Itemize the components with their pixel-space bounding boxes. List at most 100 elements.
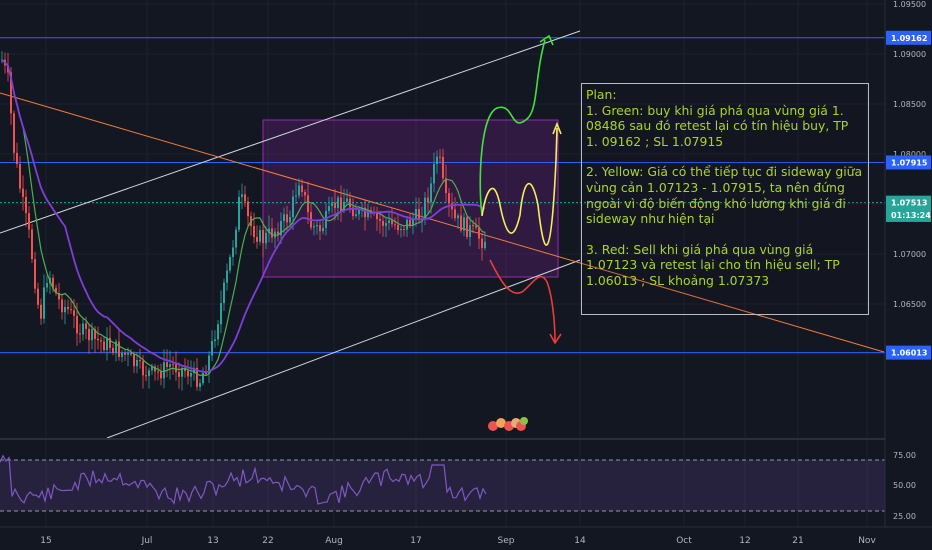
candle-body <box>145 375 147 377</box>
channel-lower-line[interactable] <box>106 259 581 439</box>
candle-body <box>214 339 216 342</box>
plan-annotation[interactable]: Plan: 1. Green: buy khi giá phá qua vùng… <box>581 83 869 315</box>
candle-body <box>385 223 387 226</box>
candle-body <box>106 337 108 351</box>
candle-body <box>130 353 132 355</box>
candle-body <box>88 328 90 341</box>
candle-body <box>220 303 222 325</box>
candle-body <box>79 333 81 335</box>
candle-body <box>469 225 471 237</box>
candle-body <box>199 383 201 387</box>
time-tick-label: Nov <box>858 536 876 546</box>
candle-body <box>418 208 420 220</box>
candle-body <box>229 256 231 271</box>
candle-body <box>166 362 168 367</box>
time-tick-label: Jul <box>141 536 153 546</box>
candle-body <box>265 232 267 244</box>
candle-body <box>121 352 123 357</box>
candle-body <box>307 195 309 213</box>
candle-body <box>82 323 84 335</box>
time-tick-label: 13 <box>207 536 218 546</box>
rsi-tick-label: 75.00 <box>893 451 916 460</box>
candle-body <box>148 370 150 376</box>
candle-body <box>304 191 306 196</box>
price-tag-label: 1.09162 <box>891 34 927 43</box>
candle-body <box>262 230 264 244</box>
candle-body <box>40 304 42 319</box>
candle-body <box>211 341 213 356</box>
candle-body <box>232 247 234 257</box>
candle-body <box>187 370 189 377</box>
rsi-band <box>0 460 885 511</box>
candle-body <box>433 164 435 184</box>
candle-body <box>472 225 474 227</box>
candle-body <box>424 197 426 219</box>
candle-body <box>346 198 348 202</box>
event-icons[interactable] <box>488 417 528 431</box>
plan-title: Plan: <box>586 87 617 102</box>
candle-body <box>124 352 126 355</box>
candle-body <box>400 229 402 231</box>
chart-root: 1.095001.090001.085001.080001.075001.070… <box>0 0 932 550</box>
candle-body <box>334 202 336 209</box>
candle-body <box>238 196 240 230</box>
candle-body <box>91 329 93 341</box>
candle-body <box>46 283 48 288</box>
candle-body <box>349 198 351 208</box>
candle-body <box>448 193 450 204</box>
candle-body <box>313 226 315 228</box>
time-tick-label: 15 <box>40 536 51 546</box>
candle-body <box>298 185 300 196</box>
candle-body <box>103 341 105 351</box>
candle-body <box>241 194 243 197</box>
candle-body <box>19 163 21 189</box>
candle-body <box>454 209 456 219</box>
candle-body <box>391 220 393 225</box>
candle-body <box>160 371 162 379</box>
candle-body <box>28 213 30 230</box>
candle-body <box>169 364 171 367</box>
candle-body <box>127 353 129 355</box>
candle-body <box>481 238 483 249</box>
candle-body <box>76 315 78 334</box>
candle-body <box>415 208 417 220</box>
candle-body <box>427 197 429 203</box>
candle-body <box>112 347 114 353</box>
candle-body <box>253 226 255 237</box>
candle-body <box>163 362 165 379</box>
time-tick-label: 14 <box>574 536 586 546</box>
candle-body <box>223 282 225 304</box>
candle-body <box>478 227 480 239</box>
candle-body <box>403 229 405 231</box>
candle-body <box>289 216 291 223</box>
plan-green: 1. Green: buy khi giá phá qua vùng giá 1… <box>586 102 853 149</box>
candle-body <box>37 288 39 305</box>
candle-body <box>460 215 462 231</box>
candle-body <box>73 310 75 316</box>
candle-body <box>295 195 297 197</box>
candle-body <box>484 241 486 249</box>
candle-body <box>178 372 180 377</box>
candle-body <box>61 299 63 313</box>
candle-body <box>172 364 174 366</box>
candle-body <box>16 152 18 164</box>
candle-body <box>109 337 111 348</box>
candle-body <box>226 270 228 283</box>
candle-body <box>259 230 261 242</box>
candle-body <box>85 323 87 329</box>
price-tick-label: 1.09500 <box>893 0 926 9</box>
price-tag-label: 1.07513 <box>891 199 927 208</box>
candle-body <box>142 361 144 376</box>
time-tick-label: 21 <box>792 536 803 546</box>
candle-body <box>457 215 459 219</box>
price-tag-label: 1.06013 <box>891 349 927 358</box>
candle-body <box>439 156 441 158</box>
price-tick-label: 1.07000 <box>893 250 926 259</box>
candle-body <box>247 201 249 217</box>
time-tick-label: Aug <box>325 536 343 546</box>
candle-body <box>256 236 258 242</box>
time-tick-label: 12 <box>739 536 750 546</box>
candle-body <box>292 196 294 217</box>
price-axis[interactable] <box>885 0 932 527</box>
time-tick-label: 17 <box>410 536 421 546</box>
